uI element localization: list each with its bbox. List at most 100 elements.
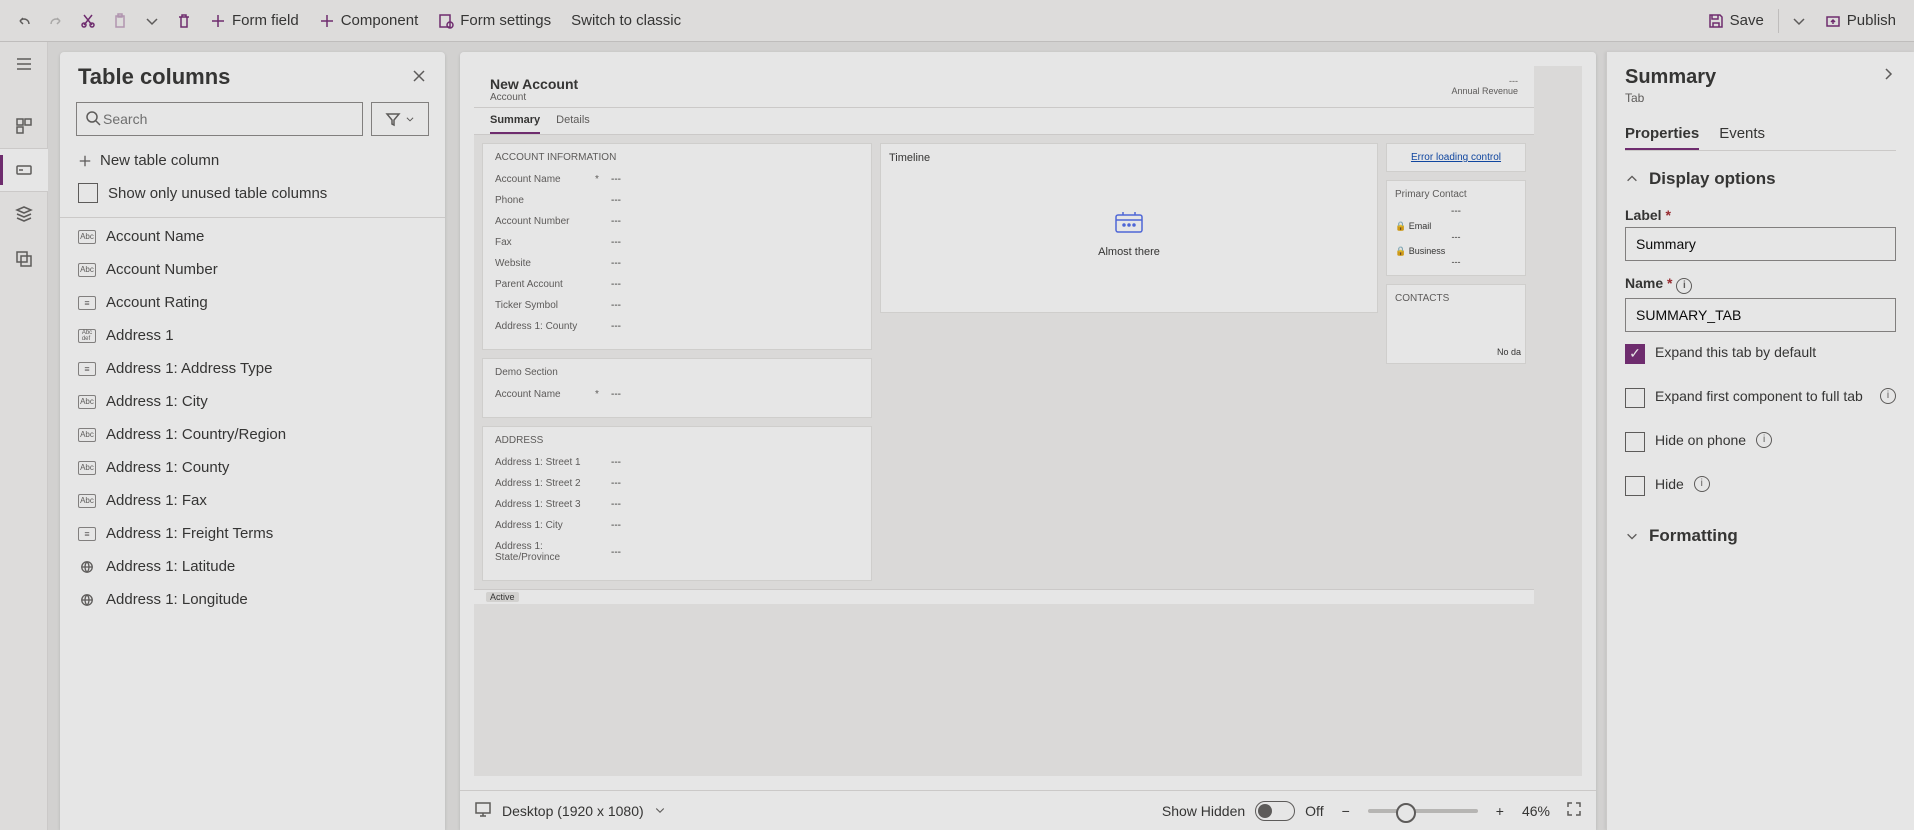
column-item[interactable]: AbcAddress 1: Country/Region [60, 418, 441, 451]
info-icon[interactable]: i [1694, 476, 1710, 492]
close-panel-button[interactable] [411, 68, 427, 87]
expand-first-checkbox[interactable] [1625, 388, 1645, 408]
panel-title: Table columns [78, 64, 230, 90]
redo-button[interactable] [40, 5, 72, 37]
add-component-button[interactable]: Component [309, 5, 429, 37]
delete-button[interactable] [168, 5, 200, 37]
error-link[interactable]: Error loading control [1411, 152, 1501, 163]
events-tab[interactable]: Events [1719, 119, 1765, 150]
undo-button[interactable] [8, 5, 40, 37]
primary-contact-card[interactable]: Primary Contact --- 🔒 Email --- 🔒 Busine… [1386, 180, 1526, 276]
form-field[interactable]: Account Name*--- [495, 169, 859, 190]
section-demo[interactable]: Demo Section Account Name*--- [482, 358, 872, 418]
show-unused-checkbox[interactable] [78, 183, 98, 203]
column-item[interactable]: Abc Address 1: County [60, 451, 441, 484]
hide-checkbox[interactable] [1625, 476, 1645, 496]
column-item[interactable]: AbcAddress 1: City [60, 385, 441, 418]
form-field[interactable]: Address 1: Street 3--- [495, 494, 859, 515]
add-component-label: Component [341, 12, 419, 29]
timeline-text: Almost there [1098, 246, 1160, 258]
text-type-icon: Abc [78, 494, 96, 508]
columns-list: AbcAccount NameAbcAccount Number≡Account… [60, 220, 445, 830]
info-icon[interactable]: i [1676, 278, 1692, 294]
related-control[interactable]: Error loading control [1386, 143, 1526, 172]
form-field[interactable]: Ticker Symbol--- [495, 295, 859, 316]
column-item[interactable]: AbcAccount Number [60, 253, 441, 286]
form-field[interactable]: Parent Account--- [495, 274, 859, 295]
name-input[interactable] [1625, 298, 1896, 332]
form-field[interactable]: Website--- [495, 253, 859, 274]
save-dropdown[interactable] [1783, 5, 1815, 37]
expand-first-label: Expand first component to full tab [1655, 388, 1870, 404]
tree-nav[interactable] [0, 192, 48, 236]
info-icon[interactable]: i [1756, 432, 1772, 448]
collapse-panel-button[interactable] [1880, 66, 1896, 85]
column-item[interactable]: ≡Address 1: Freight Terms [60, 517, 441, 550]
column-item[interactable]: Abcdef Address 1 [60, 319, 441, 352]
form-field[interactable]: Account Name*--- [495, 384, 859, 405]
column-item[interactable]: AbcAccount Name [60, 220, 441, 253]
display-options-header[interactable]: Display options [1625, 169, 1896, 189]
new-table-column-button[interactable]: New table column [60, 146, 445, 175]
formatting-header[interactable]: Formatting [1625, 526, 1896, 546]
switch-classic-button[interactable]: Switch to classic [561, 5, 691, 37]
desktop-icon [474, 800, 492, 821]
form-field[interactable]: Address 1: City--- [495, 515, 859, 536]
command-bar: Form field Component Form settings Switc… [0, 0, 1914, 42]
publish-button[interactable]: Publish [1815, 5, 1906, 37]
text-type-icon: Abc [78, 263, 96, 277]
form-tab-summary[interactable]: Summary [490, 108, 540, 134]
multiline-type-icon: Abcdef [78, 329, 96, 343]
canvas-scroll[interactable]: New Account Account --- Annual Revenue S… [460, 52, 1596, 790]
search-input[interactable] [101, 110, 354, 128]
contacts-card[interactable]: CONTACTS No da [1386, 284, 1526, 364]
form-field[interactable]: Fax--- [495, 232, 859, 253]
label-input[interactable] [1625, 227, 1896, 261]
form-preview[interactable]: New Account Account --- Annual Revenue S… [474, 66, 1534, 604]
filter-button[interactable] [371, 102, 429, 136]
components-nav[interactable] [0, 104, 48, 148]
show-hidden-label: Show Hidden [1162, 803, 1245, 819]
name-field-label: Name * i [1625, 275, 1896, 294]
column-item[interactable]: Address 1: Longitude [60, 583, 441, 616]
form-entity: Account [490, 92, 578, 103]
fit-screen-button[interactable] [1566, 801, 1582, 820]
zoom-slider[interactable] [1368, 809, 1478, 813]
paste-button[interactable] [104, 5, 136, 37]
form-settings-label: Form settings [460, 12, 551, 29]
add-form-field-label: Form field [232, 12, 299, 29]
form-field[interactable]: Address 1: County--- [495, 316, 859, 337]
form-field[interactable]: Address 1: Street 2--- [495, 473, 859, 494]
add-form-field-button[interactable]: Form field [200, 5, 309, 37]
timeline-control[interactable]: Timeline Almost there [880, 143, 1378, 313]
column-item[interactable]: Address 1: Latitude [60, 550, 441, 583]
column-item[interactable]: AbcAddress 1: Fax [60, 484, 441, 517]
form-field[interactable]: Address 1: State/Province--- [495, 536, 859, 568]
form-field[interactable]: Account Number--- [495, 211, 859, 232]
form-field[interactable]: Phone--- [495, 190, 859, 211]
columns-nav[interactable] [0, 148, 48, 192]
hamburger-button[interactable] [0, 42, 48, 86]
form-field[interactable]: Address 1: Street 1--- [495, 452, 859, 473]
column-item[interactable]: ≡Address 1: Address Type [60, 352, 441, 385]
cut-button[interactable] [72, 5, 104, 37]
form-settings-button[interactable]: Form settings [428, 5, 561, 37]
section-account-info[interactable]: ACCOUNT INFORMATION Account Name*---Phon… [482, 143, 872, 350]
hide-phone-checkbox[interactable] [1625, 432, 1645, 452]
viewport-label: Desktop (1920 x 1080) [502, 803, 644, 819]
show-hidden-toggle[interactable] [1255, 801, 1295, 821]
column-label: Address 1: County [106, 459, 229, 476]
viewport-dropdown[interactable] [654, 803, 666, 819]
libraries-nav[interactable] [0, 236, 48, 280]
label-field-label: Label * [1625, 207, 1896, 223]
form-tab-details[interactable]: Details [556, 108, 590, 134]
text-type-icon: Abc [78, 461, 96, 475]
paste-dropdown[interactable] [136, 5, 168, 37]
section-address[interactable]: ADDRESS Address 1: Street 1---Address 1:… [482, 426, 872, 581]
info-icon[interactable]: i [1880, 388, 1896, 404]
column-label: Address 1 [106, 327, 174, 344]
expand-default-checkbox[interactable]: ✓ [1625, 344, 1645, 364]
column-item[interactable]: ≡Account Rating [60, 286, 441, 319]
save-button[interactable]: Save [1698, 5, 1774, 37]
properties-tab[interactable]: Properties [1625, 119, 1699, 150]
